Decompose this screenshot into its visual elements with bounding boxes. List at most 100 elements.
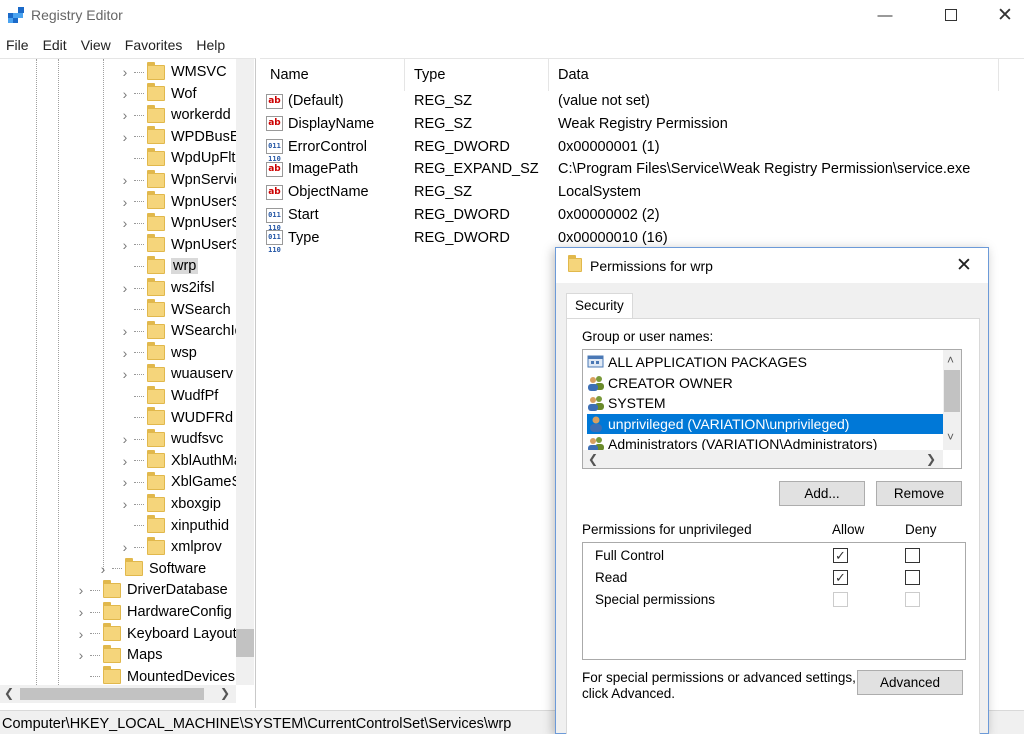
deny-checkbox[interactable] (905, 548, 920, 563)
key-tree[interactable]: › WMSVC › Wof › workerdd › WPDBusEn WpdUpFltr › Wp… (0, 58, 256, 708)
menu-help[interactable]: Help (190, 33, 233, 55)
tree-item-wpnservic[interactable]: › WpnServic (118, 169, 241, 191)
chevron-right-icon[interactable]: › (118, 129, 132, 145)
chevron-right-icon[interactable]: › (118, 86, 132, 102)
chevron-right-icon[interactable]: › (118, 323, 132, 339)
tree-item-wudfrd[interactable]: WUDFRd (118, 407, 233, 429)
value-row[interactable]: ab ObjectName (266, 181, 369, 203)
chevron-right-icon[interactable]: › (118, 539, 132, 555)
scroll-left-icon[interactable]: ❮ (588, 452, 598, 466)
tree-item-workerdd[interactable]: › workerdd (118, 104, 231, 126)
chevron-right-icon[interactable]: › (118, 107, 132, 123)
value-row[interactable]: ab (Default) (266, 90, 344, 112)
scroll-left-icon[interactable]: ❮ (4, 686, 14, 700)
scroll-right-icon[interactable]: ❯ (220, 686, 230, 700)
tree-item-wsearch[interactable]: WSearch (118, 299, 231, 321)
value-row[interactable]: 011 110 Start (266, 204, 319, 232)
tree-item-wpnuserse[interactable]: › WpnUserSe (118, 234, 249, 256)
remove-button[interactable]: Remove (876, 481, 962, 506)
user-list-vertical-scrollbar[interactable]: ˄ ˅ (943, 350, 961, 450)
tree-item-hardwareconfig[interactable]: › HardwareConfig (74, 601, 232, 623)
value-row[interactable]: 011 110 Type (266, 227, 319, 254)
chevron-right-icon[interactable]: › (74, 582, 88, 598)
chevron-right-icon[interactable]: › (118, 453, 132, 469)
tree-item-wpdupfltr[interactable]: WpdUpFltr (118, 147, 240, 169)
tree-scroll-thumb[interactable] (236, 629, 254, 657)
chevron-right-icon[interactable]: › (118, 237, 132, 253)
tree-item-wudfpf[interactable]: WudfPf (118, 385, 218, 407)
tree-hscroll-thumb[interactable] (20, 688, 204, 700)
value-row[interactable]: 011 110 ErrorControl (266, 136, 367, 163)
menu-file[interactable]: File (0, 33, 37, 55)
menu-view[interactable]: View (75, 33, 119, 55)
chevron-right-icon[interactable]: › (74, 626, 88, 642)
chevron-right-icon[interactable]: › (96, 561, 110, 577)
close-window-button[interactable]: ✕ (982, 0, 1024, 30)
chevron-right-icon[interactable]: › (118, 366, 132, 382)
tree-vertical-scrollbar[interactable] (236, 59, 254, 685)
column-divider[interactable] (404, 59, 405, 91)
menu-edit[interactable]: Edit (37, 33, 75, 55)
tree-horizontal-scrollbar[interactable]: ❮ ❯ (0, 685, 236, 703)
user-list-item[interactable]: CREATOR OWNER (587, 373, 733, 393)
tree-item-xblgamesa[interactable]: › XblGameSa (118, 471, 249, 493)
tree-item-driverdatabase[interactable]: › DriverDatabase (74, 579, 228, 601)
column-header-type[interactable]: Type (414, 67, 445, 83)
tree-item-wsp[interactable]: › wsp (118, 342, 197, 364)
chevron-right-icon[interactable]: › (118, 215, 132, 231)
column-divider[interactable] (998, 59, 999, 91)
tree-item-xmlprov[interactable]: › xmlprov (118, 536, 222, 558)
chevron-right-icon[interactable]: › (74, 647, 88, 663)
tree-item-software[interactable]: › Software (96, 558, 206, 580)
scroll-up-icon[interactable]: ˄ (947, 353, 954, 367)
scroll-down-icon[interactable]: ˅ (947, 430, 954, 444)
chevron-right-icon[interactable]: › (118, 474, 132, 490)
user-list-item[interactable]: SYSTEM (587, 393, 666, 413)
dialog-close-button[interactable]: ✕ (956, 254, 972, 277)
user-list[interactable]: ALL APPLICATION PACKAGES CREATOR OWNER SYS… (582, 349, 962, 469)
chevron-right-icon[interactable]: › (118, 64, 132, 80)
chevron-right-icon[interactable]: › (118, 280, 132, 296)
chevron-right-icon[interactable]: › (118, 431, 132, 447)
add-button[interactable]: Add... (779, 481, 865, 506)
value-row[interactable]: ab ImagePath (266, 158, 358, 180)
tree-item-wpnuserse[interactable]: › WpnUserSe (118, 191, 249, 213)
tree-item-wsearchidx[interactable]: › WSearchIdx (118, 320, 250, 342)
tree-item-wuauserv[interactable]: › wuauserv (118, 363, 233, 385)
tree-item-wudfsvc[interactable]: › wudfsvc (118, 428, 223, 450)
chevron-right-icon[interactable]: › (118, 345, 132, 361)
allow-checkbox[interactable]: ✓ (833, 570, 848, 585)
tree-item-xblauthma[interactable]: › XblAuthMa (118, 450, 242, 472)
column-header-data[interactable]: Data (558, 67, 589, 83)
tree-item-keyboard-layout[interactable]: › Keyboard Layout (74, 623, 237, 645)
user-list-item[interactable]: ALL APPLICATION PACKAGES (587, 352, 807, 372)
user-list-horizontal-scrollbar[interactable]: ❮ ❯ (583, 450, 943, 468)
tree-item-wpnuserse[interactable]: › WpnUserSe (118, 212, 249, 234)
user-list-scroll-thumb[interactable] (944, 370, 960, 412)
value-row[interactable]: ab DisplayName (266, 113, 374, 135)
allow-checkbox[interactable]: ✓ (833, 548, 848, 563)
tree-item-xinputhid[interactable]: xinputhid (118, 515, 229, 537)
tree-item-maps[interactable]: › Maps (74, 644, 162, 666)
chevron-right-icon[interactable]: › (118, 194, 132, 210)
tree-item-wrp[interactable]: wrp (118, 255, 199, 277)
chevron-right-icon[interactable]: › (74, 604, 88, 620)
chevron-right-icon[interactable]: › (118, 172, 132, 188)
column-divider[interactable] (548, 59, 549, 91)
menu-favorites[interactable]: Favorites (119, 33, 191, 55)
tree-item-wmsvc[interactable]: › WMSVC (118, 61, 227, 83)
tree-item-ws2ifsl[interactable]: › ws2ifsl (118, 277, 215, 299)
allow-checkbox[interactable] (833, 592, 848, 607)
tree-item-wpdbusen[interactable]: › WPDBusEn (118, 126, 248, 148)
user-list-item[interactable]: unprivileged (VARIATION\unprivileged) (587, 413, 943, 434)
maximize-button[interactable] (928, 0, 974, 30)
deny-checkbox[interactable] (905, 592, 920, 607)
tab-security[interactable]: Security (566, 293, 633, 319)
minimize-button[interactable]: — (862, 0, 908, 30)
column-header-name[interactable]: Name (270, 67, 309, 83)
tree-item-xboxgip[interactable]: › xboxgip (118, 493, 221, 515)
scroll-right-icon[interactable]: ❯ (926, 452, 936, 466)
deny-checkbox[interactable] (905, 570, 920, 585)
tree-item-wof[interactable]: › Wof (118, 83, 197, 105)
chevron-right-icon[interactable]: › (118, 496, 132, 512)
